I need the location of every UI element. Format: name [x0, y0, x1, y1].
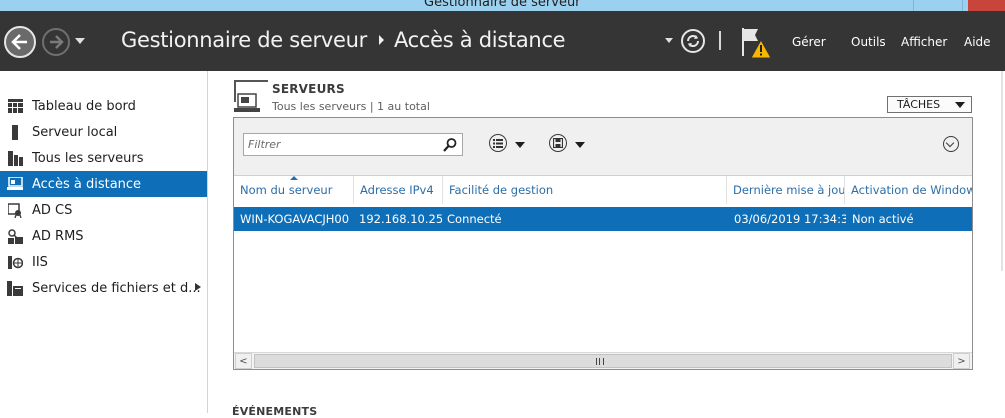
arrow-right-icon [50, 35, 64, 49]
sidebar-item-iis[interactable]: IIS [0, 249, 207, 275]
filter-box [243, 133, 463, 156]
scroll-right-button[interactable]: > [953, 353, 970, 369]
menu-tools[interactable]: Outils [851, 35, 886, 49]
forward-button[interactable] [42, 28, 70, 56]
menu-view[interactable]: Afficher [901, 35, 947, 49]
vertical-scrollbar[interactable] [1001, 71, 1003, 271]
column-server-name[interactable]: Nom du serveur [234, 176, 353, 204]
table-row[interactable]: WIN-KOGAVACJH00 192.168.10.254 Connecté … [234, 207, 972, 231]
breadcrumb-current: Accès à distance [393, 28, 566, 52]
scrollbar-thumb[interactable] [254, 354, 952, 368]
servers-panel: Nom du serveur Adresse IPv4 Facilité de … [233, 117, 973, 370]
servers-icon [7, 150, 23, 166]
arrow-left-icon [11, 34, 27, 50]
save-query-dropdown-icon[interactable] [575, 142, 585, 148]
sidebar-item-dashboard[interactable]: Tableau de bord [0, 93, 207, 119]
flag-warning-icon [742, 28, 772, 59]
list-icon [493, 138, 503, 148]
window-title: Gestionnaire de serveur [424, 0, 581, 10]
breadcrumb-root[interactable]: Gestionnaire de serveur [121, 28, 367, 52]
column-ipv4[interactable]: Adresse IPv4 [353, 176, 442, 204]
server-icon [7, 124, 23, 140]
view-options-button[interactable] [489, 134, 507, 152]
section-subtitle: Tous les serveurs | 1 au total [272, 100, 430, 113]
sidebar-item-label: Services de fichiers et d... [32, 280, 201, 296]
sidebar-item-all-servers[interactable]: Tous les serveurs [0, 145, 207, 171]
scroll-left-button[interactable]: < [235, 353, 252, 369]
sidebar-item-ad-cs[interactable]: AD CS [0, 197, 207, 223]
menu-manage[interactable]: Gérer [792, 35, 826, 49]
history-dropdown-icon[interactable] [75, 38, 85, 44]
remote-access-icon [7, 176, 23, 192]
sidebar-item-local-server[interactable]: Serveur local [0, 119, 207, 145]
refresh-icon [687, 35, 699, 47]
cell-server-name: WIN-KOGAVACJH00 [240, 212, 350, 226]
sidebar-item-label: AD CS [32, 202, 73, 218]
breadcrumb: Gestionnaire de serveur Accès à distance [121, 28, 566, 52]
cell-windows-activation: Non activé [852, 212, 914, 226]
sidebar-item-label: Serveur local [32, 124, 118, 140]
view-options-dropdown-icon[interactable] [515, 142, 525, 148]
grip-icon [596, 358, 604, 365]
cell-ipv4: 192.168.10.254 [359, 212, 442, 226]
save-icon [553, 138, 563, 148]
panel-toolbar [234, 118, 972, 176]
sidebar-item-ad-rms[interactable]: AD RMS [0, 223, 207, 249]
sidebar-item-label: AD RMS [32, 228, 84, 244]
save-query-button[interactable] [549, 134, 567, 152]
window-title-bar[interactable]: Gestionnaire de serveur [0, 0, 1005, 11]
rights-icon [7, 228, 23, 244]
filter-input[interactable] [244, 134, 440, 155]
servers-tile-icon [232, 80, 268, 114]
refresh-dropdown-icon[interactable] [665, 38, 673, 43]
column-last-update[interactable]: Dernière mise à jour [726, 176, 844, 204]
section-title: SERVEURS [272, 82, 345, 96]
header-bar: Gestionnaire de serveur Accès à distance … [0, 11, 1005, 71]
chevron-down-icon [955, 102, 965, 108]
sidebar-item-file-services[interactable]: Services de fichiers et d... [0, 275, 207, 301]
maximize-button[interactable] [913, 0, 963, 11]
tasks-label: TÂCHES [897, 98, 941, 111]
header-divider [719, 31, 721, 50]
events-section-title: ÉVÉNEMENTS [232, 405, 318, 418]
column-windows-activation[interactable]: Activation de Windows [844, 176, 972, 204]
search-icon[interactable] [442, 137, 458, 153]
sidebar-item-remote-access[interactable]: Accès à distance [0, 171, 207, 197]
cell-last-update: 03/06/2019 17:34:39 [734, 212, 846, 226]
tasks-dropdown-button[interactable]: TÂCHES [887, 96, 972, 113]
sidebar-item-label: Tous les serveurs [32, 150, 144, 166]
breadcrumb-separator-icon [378, 34, 384, 45]
sidebar-item-label: IIS [32, 254, 48, 270]
expand-arrow-icon[interactable] [195, 283, 201, 291]
certificate-icon [7, 202, 23, 218]
menu-help[interactable]: Aide [964, 35, 991, 49]
cell-manageability: Connecté [447, 212, 502, 226]
sidebar-item-label: Tableau de bord [32, 98, 136, 114]
horizontal-scrollbar[interactable]: < > [234, 352, 972, 369]
column-manageability[interactable]: Facilité de gestion [442, 176, 726, 204]
iis-icon [7, 254, 23, 270]
sidebar-item-label: Accès à distance [32, 176, 142, 192]
notifications-button[interactable] [738, 26, 774, 62]
close-button[interactable] [968, 0, 1005, 11]
collapse-expand-icon[interactable] [943, 136, 959, 152]
table-header: Nom du serveur Adresse IPv4 Facilité de … [234, 176, 972, 204]
file-services-icon [7, 280, 23, 296]
refresh-button[interactable] [681, 29, 705, 53]
dashboard-icon [7, 98, 23, 114]
back-button[interactable] [4, 26, 36, 58]
sidebar: Tableau de bord Serveur local Tous les s… [0, 71, 208, 413]
